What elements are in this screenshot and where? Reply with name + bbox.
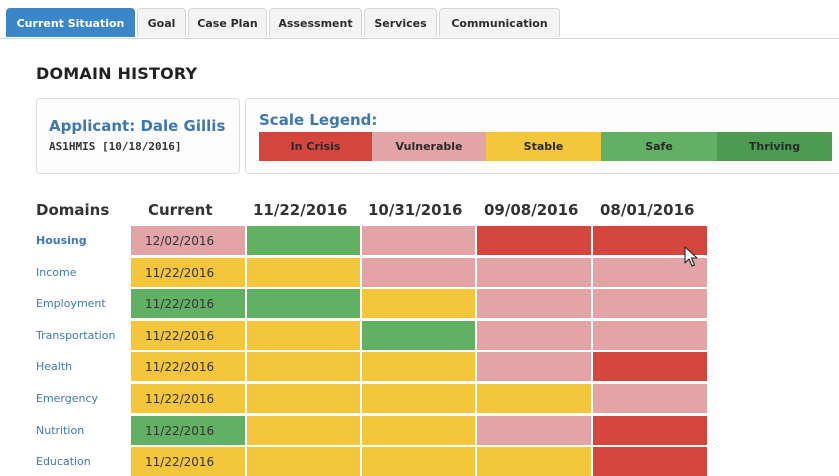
current-cell-emergency[interactable]: 11/22/2016 [131, 384, 245, 413]
current-cell-housing[interactable]: 12/02/2016 [131, 226, 245, 255]
history-cell-housing-2[interactable] [362, 226, 475, 255]
tab-services[interactable]: Services [364, 8, 437, 37]
legend-safe: Safe [601, 132, 717, 161]
history-cell-employment-2[interactable] [362, 289, 475, 318]
history-cell-transportation-4[interactable] [593, 321, 707, 350]
applicant-id: AS1HMIS [10/18/2016] [49, 140, 182, 153]
history-cell-employment-3[interactable] [477, 289, 591, 318]
history-cell-health-4[interactable] [593, 352, 707, 381]
col-header-date-4: 08/01/2016 [600, 201, 695, 219]
history-cell-income-3[interactable] [477, 258, 591, 287]
history-cell-income-2[interactable] [362, 258, 475, 287]
history-cell-nutrition-2[interactable] [362, 416, 475, 445]
domain-link-nutrition[interactable]: Nutrition [36, 416, 84, 445]
domain-link-employment[interactable]: Employment [36, 289, 106, 318]
legend-thriving: Thriving [717, 132, 832, 161]
col-header-date-1: 11/22/2016 [253, 201, 348, 219]
history-cell-transportation-2[interactable] [362, 321, 475, 350]
legend-stable: Stable [486, 132, 601, 161]
history-cell-housing-3[interactable] [477, 226, 591, 255]
history-cell-emergency-2[interactable] [362, 384, 475, 413]
history-cell-transportation-3[interactable] [477, 321, 591, 350]
col-header-domains: Domains [36, 201, 110, 219]
scale-legend: Scale Legend: In Crisis Vulnerable Stabl… [245, 98, 839, 174]
legend-vulnerable: Vulnerable [372, 132, 486, 161]
applicant-card: Applicant: Dale Gillis AS1HMIS [10/18/20… [36, 98, 240, 174]
applicant-name[interactable]: Applicant: Dale Gillis [49, 117, 225, 135]
legend-title: Scale Legend: [259, 111, 378, 129]
history-cell-health-3[interactable] [477, 352, 591, 381]
history-cell-employment-1[interactable] [247, 289, 360, 318]
history-cell-transportation-1[interactable] [247, 321, 360, 350]
history-cell-emergency-3[interactable] [477, 384, 591, 413]
current-cell-transportation[interactable]: 11/22/2016 [131, 321, 245, 350]
domain-link-income[interactable]: Income [36, 258, 76, 287]
history-cell-housing-1[interactable] [247, 226, 360, 255]
col-header-date-3: 09/08/2016 [484, 201, 579, 219]
domain-link-transportation[interactable]: Transportation [36, 321, 115, 350]
tab-current-situation[interactable]: Current Situation [6, 8, 135, 37]
tab-communication[interactable]: Communication [439, 8, 560, 37]
history-cell-health-2[interactable] [362, 352, 475, 381]
current-cell-health[interactable]: 11/22/2016 [131, 352, 245, 381]
tab-goal[interactable]: Goal [137, 8, 186, 37]
domain-link-emergency[interactable]: Emergency [36, 384, 98, 413]
current-cell-nutrition[interactable]: 11/22/2016 [131, 416, 245, 445]
history-cell-income-1[interactable] [247, 258, 360, 287]
tab-case-plan[interactable]: Case Plan [188, 8, 267, 37]
history-cell-nutrition-4[interactable] [593, 416, 707, 445]
col-header-date-2: 10/31/2016 [368, 201, 463, 219]
domain-link-health[interactable]: Health [36, 352, 72, 381]
legend-in-crisis: In Crisis [259, 132, 372, 161]
col-header-current: Current [148, 201, 213, 219]
history-cell-nutrition-1[interactable] [247, 416, 360, 445]
current-cell-income[interactable]: 11/22/2016 [131, 258, 245, 287]
history-cell-emergency-1[interactable] [247, 384, 360, 413]
history-cell-nutrition-3[interactable] [477, 416, 591, 445]
history-cell-employment-4[interactable] [593, 289, 707, 318]
tab-assessment[interactable]: Assessment [269, 8, 362, 37]
history-cell-health-1[interactable] [247, 352, 360, 381]
domain-link-housing[interactable]: Housing [36, 226, 87, 255]
current-cell-employment[interactable]: 11/22/2016 [131, 289, 245, 318]
mouse-cursor-icon [684, 246, 698, 267]
tab-bar: Current Situation Goal Case Plan Assessm… [0, 0, 839, 39]
page-title: DOMAIN HISTORY [36, 64, 198, 83]
history-cell-emergency-4[interactable] [593, 384, 707, 413]
